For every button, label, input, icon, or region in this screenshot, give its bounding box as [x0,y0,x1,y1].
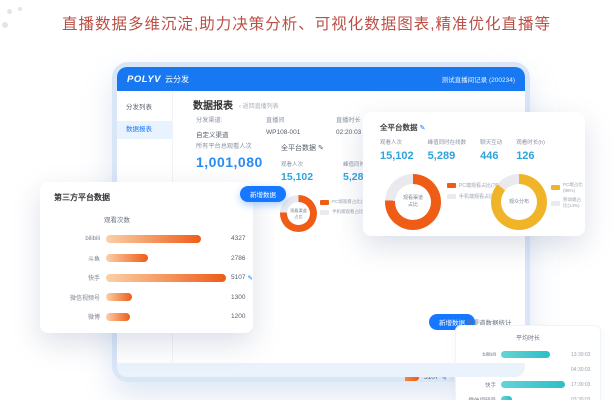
bar-fill [501,396,512,400]
stat-value: 15,102 [380,150,414,162]
bar-fill [501,381,565,388]
stat: 观看人次 15,102 [380,138,414,162]
bar-row: 快手 5107✎ [40,268,253,288]
sidebar-item-数据报表[interactable]: 数据报表 [117,121,172,139]
bar-label: bilibili [54,236,100,242]
bar-track [501,351,565,358]
legend-item: 移动端占比(14%) [551,197,583,209]
stat: 观看人次 15,102 [281,160,343,183]
card-title: 第三方平台数据 [54,192,110,203]
bar-value: 04:30:03 [571,367,590,373]
legend-label: PC端占比(86%) [563,182,583,193]
third-party-data-card: 第三方平台数据 观看次数 bilibili 4327 斗鱼 2786 快手 5107✎ 微信… [40,182,253,333]
edit-icon[interactable]: ✎ [247,274,252,282]
bar-label: 快手 [54,273,100,282]
bar-value: 1300 [231,294,245,301]
stat-label: 聊天互动 [480,138,502,146]
footer-band [117,363,525,377]
bar-row: bilibili 4327 [40,229,253,249]
legend-label: 移动端占比(14%) [563,197,583,209]
legend-item: PC端占比(86%) [551,182,583,193]
bar-value: 5107 [231,274,245,281]
meta-value: 自定义渠道 [196,129,266,139]
bar-fill [106,254,148,262]
meta-column: 分发渠道: 自定义渠道 [196,115,266,142]
bar-value: 4327 [231,235,245,242]
meta-column: 直播间 WP108-001 [266,115,336,142]
stat-value: 5,289 [428,150,467,162]
page-headline: 直播数据多维沉淀,助力决策分析、可视化数据图表,精准优化直播等 [0,12,613,34]
meta-label: 直播间 [266,115,336,124]
bar-row: 微信视频号 03:30:03 [456,392,600,400]
sidebar-item-分发列表[interactable]: 分发列表 [117,99,172,117]
bar-value: 13:30:03 [571,352,590,358]
bar-fill [106,293,132,301]
total-views-stat: 所有平台总观看人次 1,001,080 [196,141,263,170]
bar-label: bilibili [456,352,496,358]
bar-fill [106,235,201,243]
card-title: 全平台数据 ✎ [380,122,425,133]
bar-row: bilibili 13:30:03 [456,347,600,362]
chart-header: 平均时长 [456,333,600,342]
bar-value: 03:30:03 [571,397,590,400]
legend-swatch [447,183,456,188]
donut-legend: PC端占比(86%) 移动端占比(14%) [551,182,583,213]
bar-track [501,381,565,388]
stat-label: 观看人次 [380,138,414,146]
bar-track [501,396,565,400]
bar-track [106,293,226,301]
bar-row: 微信视频号 1300 [40,288,253,308]
back-link[interactable]: ‹ 返回直播列表 [239,101,279,110]
audience-donut-chart: 观众分布 [491,174,547,230]
bar-label: 微信视频号 [456,396,496,400]
meta-value: WP108-001 [266,129,336,136]
legend-swatch [320,200,329,205]
page-title: 数据报表 [193,97,233,112]
bar-fill [106,274,226,282]
bar-fill [501,351,550,358]
bar-value: 17:30:03 [571,382,590,388]
bar-value: 2786 [231,255,245,262]
page: 直播数据多维沉淀,助力决策分析、可视化数据图表,精准优化直播等 POLYV 云分… [0,0,613,400]
stat: 观看时长(h) 126 [516,138,545,162]
stat: 聊天互动 446 [480,138,502,162]
polyv-logo: POLYV 云分发 [127,74,189,85]
bar-label: 微博 [54,312,100,321]
bar-track [106,274,226,282]
stat-label: 观看时长(h) [516,138,545,146]
stat-value: 15,102 [281,171,343,183]
stat-label: 峰值同时在线数 [428,138,467,146]
stat-value: 126 [516,150,545,162]
bar-label: 斗鱼 [54,254,100,263]
bar-row: 微博 1200 [40,307,253,327]
bar-row: 斗鱼 2786 [40,249,253,269]
meta-label: 分发渠道: [196,115,266,124]
session-title: 测试直播间记录 (200234) [442,74,515,84]
channel-donut-chart: 观看渠道占比 [280,195,317,232]
bar-value: 1200 [231,313,245,320]
legend-swatch [551,201,560,206]
all-platform-data-card: 全平台数据 ✎ 观看人次 15,102 峰值同时在线数 5,289 聊天互动 446 观看时… [363,112,585,236]
decoration-dot [18,7,22,11]
app-header: POLYV 云分发 测试直播间记录 (200234) [117,67,525,91]
bar-track [106,254,226,262]
legend-swatch [551,185,560,190]
view-channel-donut-chart: 观看渠道占比 [385,174,441,230]
chart-header: 观看次数 [104,214,130,224]
bar-fill [106,313,130,321]
legend-swatch [447,194,456,199]
stat-value: 446 [480,150,502,162]
bar-row: 快手 17:30:03 [456,377,600,392]
bar-track [106,313,226,321]
stat-label: 观看人次 [281,160,343,168]
add-data-button[interactable]: 新增数据 [240,186,286,202]
bar-label: 微信视频号 [54,293,100,302]
bar-label: 快手 [456,381,496,389]
legend-swatch [320,210,329,215]
stat: 峰值同时在线数 5,289 [428,138,467,162]
bar-track [106,235,226,243]
edit-icon[interactable]: ✎ [420,125,426,132]
